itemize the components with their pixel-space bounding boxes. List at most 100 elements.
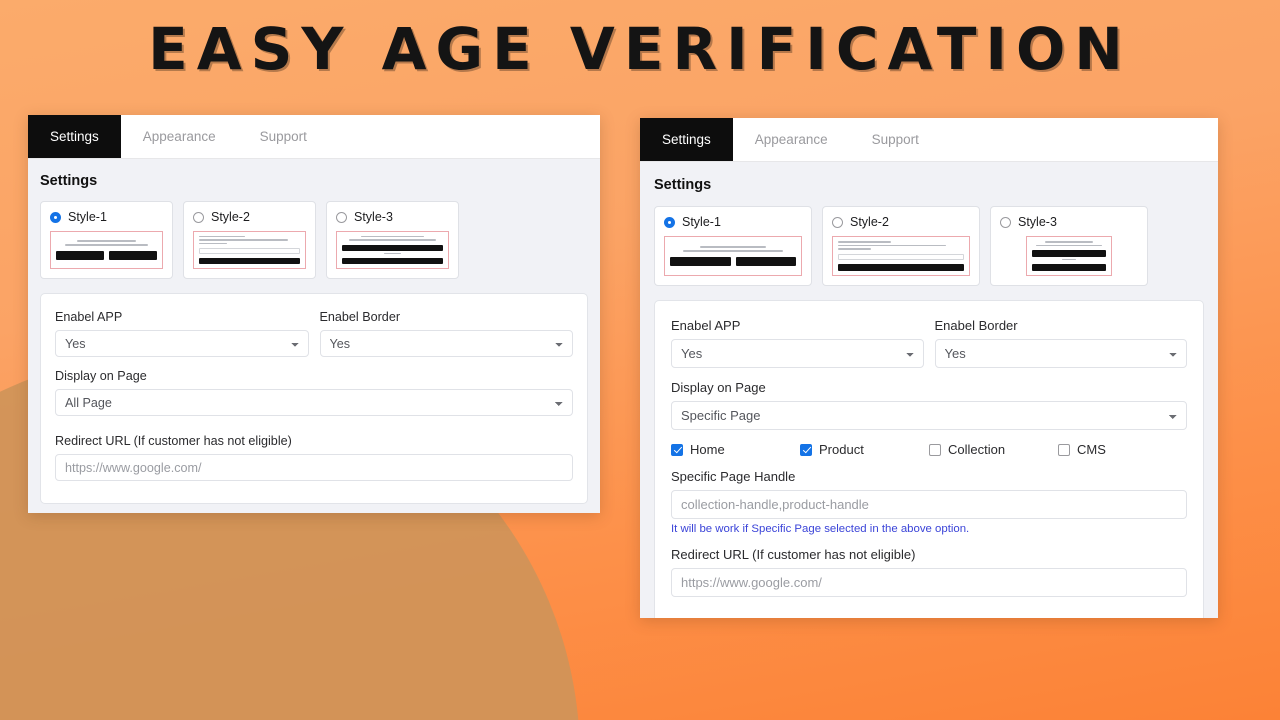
field-display-on-page: Display on Page All Page	[55, 369, 573, 416]
enable-row: Enabel APP Yes Enabel Border Yes	[671, 318, 1187, 380]
tab-support[interactable]: Support	[850, 118, 941, 161]
tab-settings[interactable]: Settings	[640, 118, 733, 161]
thumb-text-line	[682, 250, 784, 252]
checkbox-icon-product[interactable]	[800, 443, 812, 456]
style-label: Style-1	[682, 215, 721, 229]
style-label: Style-2	[211, 210, 250, 224]
style-head: Style-1	[664, 215, 802, 229]
style-label: Style-3	[354, 210, 393, 224]
field-redirect-url: Redirect URL (If customer has not eligib…	[671, 547, 1187, 597]
thumb-text-line	[1044, 241, 1094, 243]
thumb-text-line	[1062, 258, 1076, 261]
app-window-right: Settings Appearance Support Settings Sty…	[640, 118, 1218, 618]
style-head: Style-2	[193, 210, 306, 224]
input-redirect-url[interactable]	[671, 568, 1187, 597]
input-redirect-url[interactable]	[55, 454, 573, 481]
tab-support[interactable]: Support	[238, 115, 329, 158]
field-enable-border: Enabel Border Yes	[319, 310, 573, 357]
checkbox-icon-collection[interactable]	[929, 443, 941, 456]
radio-icon-style-3[interactable]	[1000, 216, 1011, 228]
label-enable-app: Enabel APP	[55, 310, 123, 324]
field-enable-app: Enabel APP Yes	[55, 310, 309, 357]
label-display-on-page: Display on Page	[55, 369, 147, 383]
checkbox-icon-cms[interactable]	[1058, 443, 1070, 456]
style-card-style-1[interactable]: Style-1	[40, 201, 173, 279]
label-display-on-page: Display on Page	[671, 380, 766, 395]
hero-title: EASY AGE VERIFICATION	[148, 15, 1132, 83]
enable-row: Enabel APP Yes Enabel Border Yes	[55, 310, 573, 369]
input-specific-page-handle[interactable]	[671, 490, 1187, 519]
thumb-button	[342, 244, 443, 251]
radio-icon-style-1[interactable]	[664, 216, 675, 228]
style-chooser-right: Style-1 Style-2 Style-3	[654, 206, 1204, 286]
thumb-text-line	[199, 239, 288, 241]
thumb-text-line	[199, 236, 246, 238]
specific-page-hint: It will be work if Specific Page selecte…	[671, 523, 970, 535]
thumb-button	[109, 251, 157, 260]
tab-settings[interactable]: Settings	[28, 115, 121, 158]
thumb-input	[838, 254, 964, 261]
radio-icon-style-3[interactable]	[336, 211, 347, 223]
select-display-on-page[interactable]: All Page	[55, 389, 573, 416]
style-card-style-2[interactable]: Style-2	[183, 201, 316, 279]
thumb-button-row	[56, 251, 157, 260]
style-card-style-3[interactable]: Style-3	[326, 201, 459, 279]
thumb-text-line	[349, 239, 436, 241]
thumb-button	[735, 257, 796, 266]
checkbox-item-collection[interactable]: Collection	[929, 442, 1058, 457]
style-1-preview-thumbnail	[664, 236, 802, 276]
checkbox-item-home[interactable]: Home	[671, 442, 800, 457]
label-redirect-url: Redirect URL (If customer has not eligib…	[55, 434, 292, 448]
screenshot-stage: EASY AGE VERIFICATION Settings Appearanc…	[0, 0, 1280, 720]
thumb-text-line	[199, 242, 228, 245]
radio-icon-style-2[interactable]	[832, 216, 843, 228]
tab-appearance[interactable]: Appearance	[733, 118, 850, 161]
thumb-text-line	[838, 248, 871, 251]
thumb-text-line	[838, 244, 947, 247]
section-title-right: Settings	[654, 177, 712, 193]
style-label: Style-3	[1018, 215, 1057, 229]
thumb-button-row	[670, 257, 796, 266]
checkbox-item-product[interactable]: Product	[800, 442, 929, 457]
thumb-button	[342, 258, 443, 264]
style-card-style-2[interactable]: Style-2	[822, 206, 980, 286]
style-chooser-left: Style-1 Style-2 Style-3	[40, 201, 588, 279]
style-card-style-3[interactable]: Style-3	[990, 206, 1148, 286]
thumb-text-line	[700, 246, 766, 248]
field-specific-page-handle: Specific Page Handle	[671, 469, 1187, 519]
select-enable-border[interactable]: Yes	[319, 330, 573, 357]
thumb-button	[1032, 250, 1106, 257]
label-enable-app: Enabel APP	[671, 318, 741, 333]
style-label: Style-2	[850, 215, 889, 229]
thumb-text-line	[384, 252, 401, 255]
thumb-text-line	[838, 241, 891, 243]
style-label: Style-1	[68, 210, 107, 224]
style-head: Style-1	[50, 210, 163, 224]
style-card-style-1[interactable]: Style-1	[654, 206, 812, 286]
radio-icon-style-1[interactable]	[50, 211, 61, 223]
tabbar-left: Settings Appearance Support	[28, 115, 600, 159]
checkbox-item-cms[interactable]: CMS	[1058, 442, 1187, 457]
select-display-on-page[interactable]: Specific Page	[671, 401, 1187, 430]
panel-body-right: Settings Style-1 Style-2 Style-3 Enabel …	[640, 162, 1218, 618]
checkbox-icon-home[interactable]	[671, 443, 683, 456]
select-enable-app[interactable]: Yes	[671, 339, 924, 368]
style-2-preview-thumbnail	[193, 231, 306, 269]
select-enable-border[interactable]: Yes	[934, 339, 1187, 368]
thumb-text-line	[77, 240, 136, 242]
thumb-text-line	[65, 244, 148, 246]
thumb-button	[838, 264, 964, 271]
select-enable-app[interactable]: Yes	[55, 330, 309, 357]
field-redirect-url: Redirect URL (If customer has not eligib…	[55, 434, 573, 481]
tab-appearance[interactable]: Appearance	[121, 115, 238, 158]
style-3-preview-thumbnail	[1026, 236, 1112, 276]
panel-body-left: Settings Style-1 Style-2 Style-3 Enabel …	[28, 159, 600, 513]
style-head: Style-3	[336, 210, 449, 224]
settings-form-right: Enabel APP Yes Enabel Border Yes Display…	[654, 300, 1204, 618]
label-enable-border: Enabel Border	[319, 310, 401, 324]
radio-icon-style-2[interactable]	[193, 211, 204, 223]
field-display-on-page: Display on Page Specific Page	[671, 380, 1187, 430]
section-title-left: Settings	[40, 173, 98, 189]
checkbox-label-cms: CMS	[1077, 442, 1106, 457]
field-enable-app: Enabel APP Yes	[671, 318, 924, 368]
